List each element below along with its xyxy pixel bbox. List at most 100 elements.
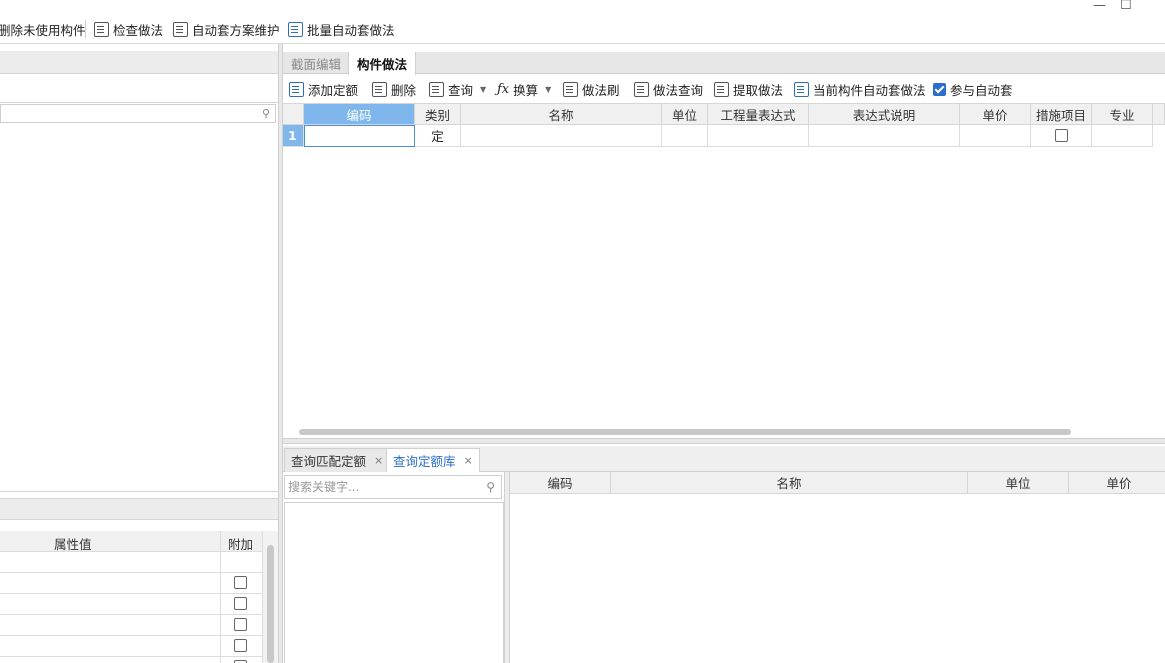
property-add-cell [221, 636, 262, 656]
delete-button[interactable]: 删除 [372, 75, 416, 103]
column-header-measure[interactable]: 措施项目 [1031, 103, 1092, 125]
property-value-cell[interactable] [0, 657, 221, 663]
tab-query-match-quota[interactable]: 查询匹配定额 × [284, 448, 391, 472]
measure-checkbox[interactable] [1054, 129, 1068, 142]
batch-icon [288, 21, 303, 37]
document-search-icon [634, 81, 649, 97]
library-tree[interactable] [284, 502, 504, 663]
lower-tabbar: 查询匹配定额 × 查询定额库 × [283, 446, 1165, 472]
cell-name[interactable] [461, 125, 662, 147]
cell-category[interactable]: 定 [415, 125, 461, 147]
extract-method-button[interactable]: 提取做法 [714, 75, 783, 103]
method-brush-button[interactable]: 做法刷 [563, 75, 620, 103]
trash-icon [372, 81, 387, 97]
delete-label: 删除 [391, 82, 417, 98]
minimize-button[interactable]: — [1093, 0, 1106, 13]
property-table: 属性值 附加 [0, 531, 262, 663]
checklist-icon [94, 21, 109, 37]
chevron-down-icon: ▼ [545, 84, 552, 94]
library-grid: 编码 名称 单位 单价 [510, 472, 1165, 663]
auto-scheme-label: 自动套方案维护 [192, 22, 280, 38]
horizontal-scrollbar[interactable] [283, 427, 1165, 437]
tab-component-method[interactable]: 构件做法 [348, 52, 417, 75]
property-value-cell[interactable] [0, 552, 221, 572]
left-panel-header [0, 51, 278, 74]
component-tree[interactable] [0, 124, 278, 492]
delete-unused-label: 删除未使用构件 [0, 22, 86, 38]
tab-section-edit[interactable]: 截面编辑 [283, 52, 349, 74]
scrollbar-thumb[interactable] [267, 545, 274, 663]
batch-auto-button[interactable]: 批量自动套做法 [288, 14, 395, 44]
cell-expr-desc[interactable] [809, 125, 960, 147]
checkbox-checked-icon[interactable] [933, 82, 946, 96]
current-auto-button[interactable]: 当前构件自动套做法 [794, 75, 926, 103]
add-checkbox[interactable] [234, 639, 247, 652]
library-column-name[interactable]: 名称 [611, 472, 968, 494]
column-header-price[interactable]: 单价 [960, 103, 1031, 125]
editor-tabbar: 截面编辑 构件做法 [283, 52, 1165, 75]
add-checkbox[interactable] [234, 576, 247, 589]
method-query-button[interactable]: 做法查询 [634, 75, 703, 103]
scrollbar-thumb[interactable] [299, 429, 1071, 435]
convert-label: 换算 [513, 82, 539, 98]
add-quota-button[interactable]: 添加定额 [289, 75, 358, 103]
table-row[interactable] [0, 573, 262, 594]
column-header-category[interactable]: 类别 [415, 103, 461, 125]
column-header-expr-desc[interactable]: 表达式说明 [809, 103, 960, 125]
cell-major[interactable] [1092, 125, 1153, 147]
close-icon[interactable]: × [374, 454, 383, 467]
method-query-label: 做法查询 [653, 82, 704, 98]
property-table-header: 属性值 附加 [0, 531, 262, 552]
table-row[interactable] [0, 552, 262, 573]
query-dropdown[interactable]: 查询 ▼ [429, 75, 486, 103]
check-method-button[interactable]: 检查做法 [94, 14, 163, 44]
brush-icon [563, 81, 578, 97]
check-method-label: 检查做法 [113, 22, 164, 38]
column-header-name[interactable]: 名称 [461, 103, 662, 125]
column-header-code[interactable]: 编码 [304, 103, 415, 125]
cell-quantity-expr[interactable] [708, 125, 809, 147]
maximize-button[interactable]: ☐ [1120, 0, 1132, 13]
participate-auto-checkbox[interactable]: 参与自动套 [933, 75, 1013, 103]
title-strip: — ☐ [0, 0, 1165, 13]
cell-code[interactable] [304, 125, 415, 147]
add-checkbox[interactable] [234, 618, 247, 631]
cell-unit[interactable] [662, 125, 708, 147]
delete-unused-button[interactable]: 删除未使用构件 [0, 14, 86, 44]
horizontal-splitter[interactable] [283, 438, 1165, 444]
column-header-major[interactable]: 专业 [1092, 103, 1153, 125]
property-value-cell[interactable] [0, 615, 221, 635]
library-search-box: ⚲ [284, 475, 502, 499]
property-value-cell[interactable] [0, 636, 221, 656]
table-row[interactable] [0, 636, 262, 657]
library-column-price[interactable]: 单价 [1069, 472, 1165, 494]
property-value-cell[interactable] [0, 573, 221, 593]
scheme-icon [173, 21, 188, 37]
cell-price[interactable] [960, 125, 1031, 147]
property-value-header-cell: 属性值 [0, 531, 221, 552]
table-row[interactable] [0, 657, 262, 663]
table-row[interactable] [0, 615, 262, 636]
property-value-header: 属性值 [54, 537, 92, 552]
library-search-input[interactable] [288, 479, 478, 495]
property-add-header-cell: 附加 [221, 531, 262, 552]
row-number[interactable]: 1 [283, 125, 304, 147]
main-toolbar: 删除未使用构件 检查做法 自动套方案维护 批量自动套做法 [0, 14, 1165, 44]
close-icon[interactable]: × [464, 454, 473, 467]
property-value-cell[interactable] [0, 594, 221, 614]
search-icon[interactable]: ⚲ [486, 480, 495, 494]
add-checkbox[interactable] [234, 597, 247, 610]
library-column-unit[interactable]: 单位 [968, 472, 1069, 494]
library-column-code[interactable]: 编码 [510, 472, 611, 494]
search-icon[interactable]: ⚲ [262, 107, 270, 120]
property-scrollbar[interactable] [262, 531, 278, 663]
left-search-box[interactable]: ⚲ [0, 104, 276, 123]
convert-dropdown[interactable]: ƒx 换算 ▼ [497, 75, 551, 103]
cell-measure[interactable] [1031, 125, 1092, 147]
column-header-quantity-expr[interactable]: 工程量表达式 [708, 103, 809, 125]
tab-query-quota-library[interactable]: 查询定额库 × [386, 448, 480, 472]
extract-method-label: 提取做法 [733, 82, 784, 98]
table-row[interactable] [0, 594, 262, 615]
column-header-unit[interactable]: 单位 [662, 103, 708, 125]
auto-scheme-button[interactable]: 自动套方案维护 [173, 14, 280, 44]
